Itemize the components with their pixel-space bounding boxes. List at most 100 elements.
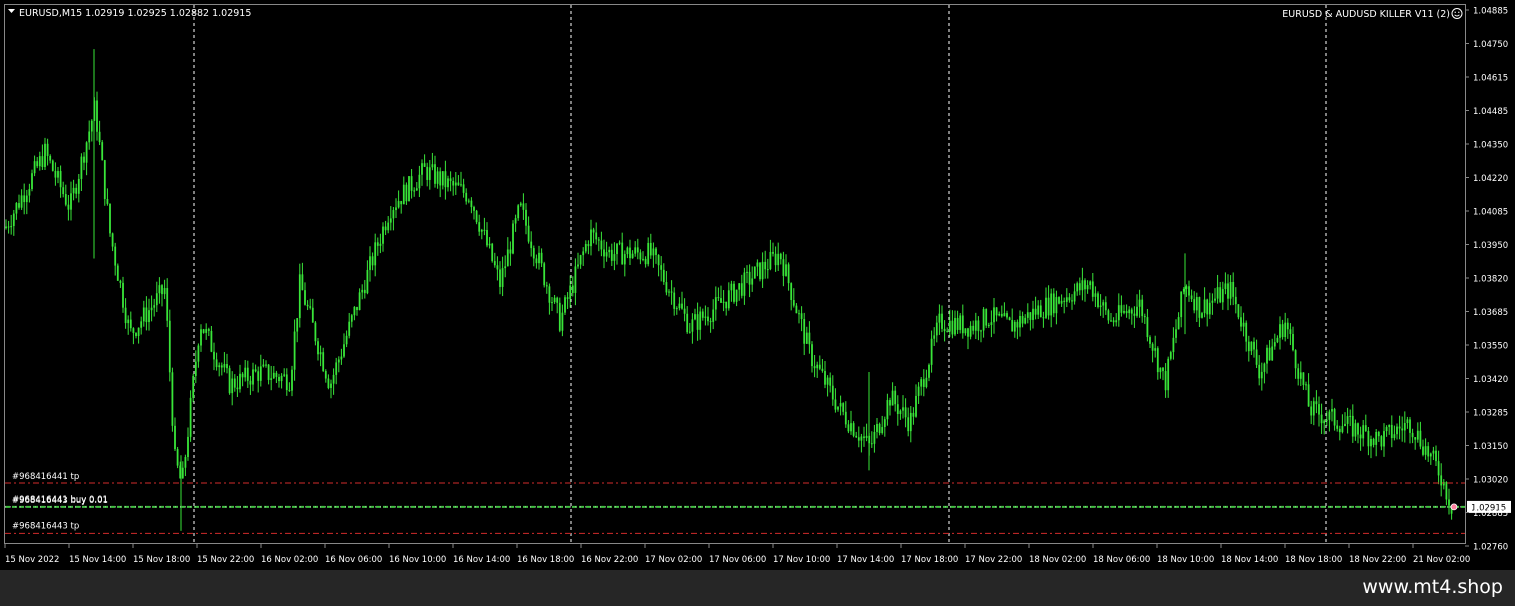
- candle-body: [1289, 329, 1292, 335]
- candle-body: [634, 247, 637, 254]
- tp-label-lower: #968416443 tp: [12, 521, 79, 531]
- candle-body: [54, 170, 57, 178]
- candle-body: [267, 364, 270, 380]
- candle-body: [137, 327, 140, 337]
- candle-body: [1117, 305, 1120, 321]
- candle-body: [218, 365, 221, 368]
- candle-body: [1154, 348, 1157, 351]
- candle-body: [1312, 401, 1315, 416]
- candle-body: [636, 247, 639, 253]
- candle-body: [376, 242, 379, 246]
- candle-body: [244, 367, 247, 378]
- price-chart[interactable]: #968416441 tp#968416443 buy 0.01#9684164…: [0, 0, 1515, 570]
- candle-body: [231, 378, 234, 394]
- candle-body: [153, 305, 156, 308]
- candle-body: [1284, 322, 1287, 338]
- footer-website[interactable]: www.mt4.shop: [1362, 576, 1503, 598]
- candle-body: [956, 317, 959, 330]
- candle-body: [1130, 309, 1133, 314]
- candle-body: [1310, 406, 1313, 416]
- candle-body: [876, 423, 878, 432]
- candle-body: [1021, 315, 1024, 324]
- candle-body: [1221, 289, 1224, 303]
- candle-body: [1419, 430, 1422, 447]
- candle-body: [662, 269, 665, 283]
- candle-body: [1045, 297, 1047, 318]
- candle-body: [1362, 425, 1365, 439]
- candle-body: [733, 283, 735, 302]
- candle-body: [1029, 312, 1032, 320]
- candle-body: [584, 244, 587, 252]
- candle-body: [553, 297, 556, 303]
- time-tick-label: 16 Nov 02:00: [261, 555, 318, 565]
- candle-body: [226, 364, 228, 369]
- candle-body: [1073, 291, 1076, 302]
- candle-body: [85, 142, 88, 163]
- time-tick-label: 16 Nov 06:00: [325, 555, 382, 565]
- candle-body: [605, 252, 608, 257]
- candle-body: [343, 344, 345, 357]
- candle-body: [41, 156, 44, 167]
- candle-body: [15, 203, 18, 214]
- candle-body: [985, 309, 988, 326]
- candle-body: [863, 436, 865, 439]
- time-tick-label: 18 Nov 02:00: [1029, 555, 1086, 565]
- candle-body: [1089, 281, 1092, 286]
- candle-body: [1323, 420, 1326, 424]
- candle-body: [782, 259, 785, 276]
- candle-body: [421, 163, 423, 175]
- price-tick-label: 1.03285: [1473, 409, 1508, 419]
- candle-body: [475, 210, 478, 223]
- candle-body: [993, 307, 995, 323]
- candle-body: [75, 187, 78, 194]
- candle-body: [1227, 283, 1229, 299]
- candle-body: [844, 411, 847, 425]
- candle-body: [223, 364, 226, 368]
- candle-body: [652, 248, 655, 256]
- candle-body: [579, 255, 582, 265]
- candle-body: [969, 325, 972, 337]
- candle-body: [7, 226, 10, 228]
- candle-body: [1435, 450, 1437, 462]
- candle-body: [805, 332, 808, 344]
- candle-body: [566, 297, 569, 299]
- candle-body: [946, 331, 949, 333]
- candle-body: [1068, 297, 1071, 301]
- candle-body: [714, 297, 717, 310]
- candle-body: [1390, 424, 1393, 439]
- candle-body: [197, 345, 200, 362]
- candle-body: [509, 249, 512, 254]
- candle-body: [1250, 341, 1253, 352]
- candle-body: [1271, 346, 1274, 361]
- candle-body: [1214, 298, 1216, 301]
- candle-body: [1086, 285, 1089, 290]
- candle-body: [36, 161, 39, 167]
- candle-body: [415, 188, 418, 191]
- candle-body: [860, 436, 863, 441]
- candle-body: [293, 331, 296, 370]
- candle-body: [80, 156, 83, 179]
- candle-body: [275, 372, 278, 377]
- candle-body: [166, 288, 169, 321]
- candle-body: [441, 171, 444, 186]
- time-tick-label: 17 Nov 14:00: [837, 555, 894, 565]
- candle-body: [1182, 288, 1185, 292]
- candle-body: [116, 265, 119, 281]
- candle-body: [1024, 317, 1027, 324]
- candle-body: [800, 313, 803, 320]
- candle-body: [681, 303, 683, 309]
- candle-body: [610, 249, 613, 261]
- candle-body: [1091, 281, 1094, 297]
- candle-body: [1149, 337, 1151, 344]
- candle-body: [779, 253, 782, 260]
- candle-body: [1325, 419, 1328, 421]
- candle-body: [239, 373, 241, 390]
- candle-body: [629, 247, 631, 259]
- candle-body: [77, 178, 80, 194]
- candle-body: [532, 248, 535, 259]
- candle-body: [1123, 311, 1125, 313]
- candle-body: [444, 171, 447, 188]
- candle-body: [439, 171, 442, 186]
- candle-body: [938, 313, 941, 323]
- candle-body: [1013, 321, 1016, 332]
